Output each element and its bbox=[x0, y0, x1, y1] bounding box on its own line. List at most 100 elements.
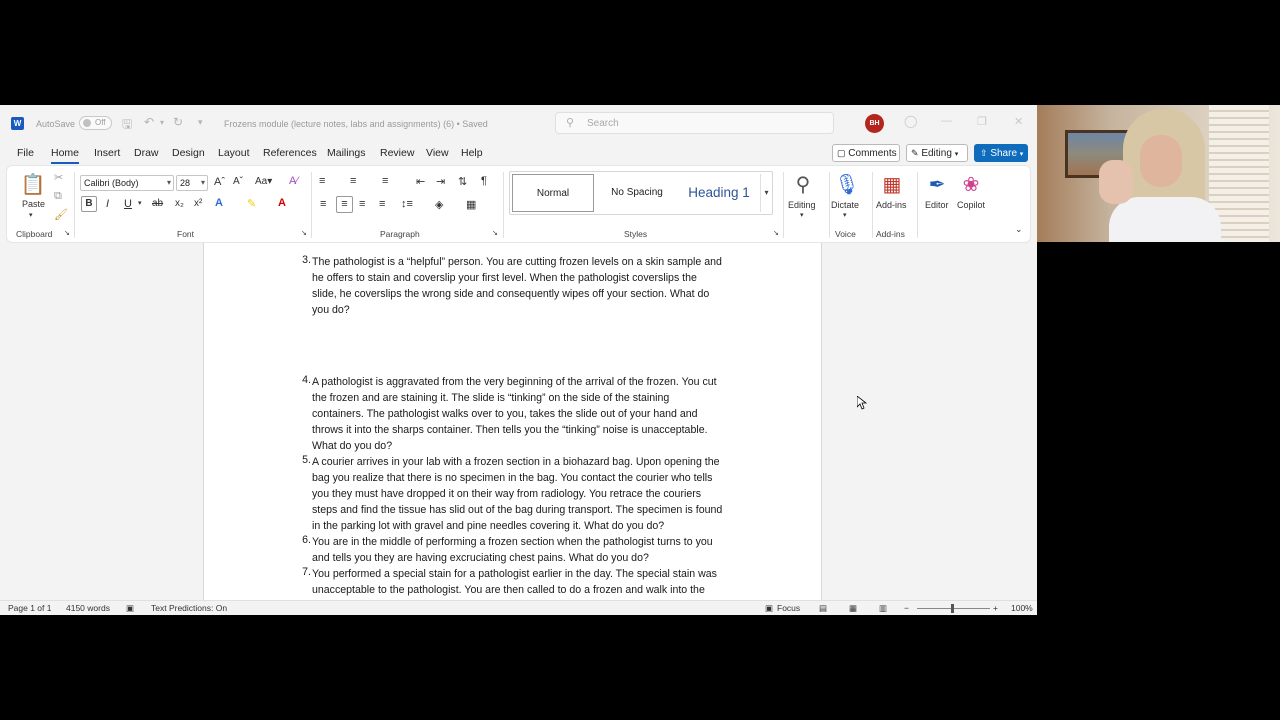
word-count[interactable]: 4150 words bbox=[66, 603, 110, 613]
tab-layout[interactable]: Layout bbox=[218, 147, 250, 159]
lightbulb-icon[interactable]: ◯ bbox=[904, 114, 917, 128]
microphone-icon[interactable]: 🎙 bbox=[833, 172, 861, 198]
dictate-dropdown-icon[interactable]: ▾ bbox=[843, 211, 847, 219]
font-launcher-icon[interactable]: ↘ bbox=[301, 229, 307, 237]
change-case-icon[interactable]: Aa▾ bbox=[255, 176, 272, 187]
underline-icon[interactable]: U bbox=[124, 198, 132, 210]
paste-dropdown-icon[interactable]: ▾ bbox=[29, 211, 33, 219]
dictate-label[interactable]: Dictate bbox=[831, 200, 859, 210]
redo-icon[interactable]: ↻ bbox=[173, 115, 183, 129]
minimize-icon[interactable]: — bbox=[941, 115, 952, 127]
text-predictions-status[interactable]: Text Predictions: On bbox=[151, 603, 227, 613]
tab-help[interactable]: Help bbox=[461, 147, 483, 159]
close-icon[interactable]: ✕ bbox=[1014, 115, 1023, 128]
print-layout-icon[interactable]: ▦ bbox=[849, 603, 857, 614]
focus-icon[interactable]: ▣ bbox=[765, 603, 773, 614]
font-name-combo[interactable]: Calibri (Body) ▾ bbox=[80, 175, 174, 191]
sort-icon[interactable]: ⇅ bbox=[458, 175, 467, 188]
subscript-icon[interactable]: x₂ bbox=[175, 198, 184, 209]
style-heading-1[interactable]: Heading 1 bbox=[678, 174, 760, 212]
copilot-label[interactable]: Copilot bbox=[957, 200, 985, 210]
comments-button[interactable]: ▢ Comments bbox=[832, 144, 900, 162]
collapse-ribbon-icon[interactable]: ⌄ bbox=[1015, 224, 1023, 235]
tab-references[interactable]: References bbox=[263, 147, 317, 159]
editor-icon[interactable]: ✒ bbox=[923, 172, 951, 198]
paragraph-launcher-icon[interactable]: ↘ bbox=[492, 229, 498, 237]
avatar[interactable]: BH bbox=[865, 114, 884, 133]
add-ins-icon[interactable]: ▦ bbox=[878, 172, 906, 198]
line-spacing-icon[interactable]: ↕≡ bbox=[401, 198, 413, 210]
superscript-icon[interactable]: x² bbox=[194, 198, 202, 209]
zoom-in-icon[interactable]: + bbox=[993, 603, 998, 613]
align-right-icon[interactable]: ≡ bbox=[359, 198, 365, 210]
customize-qat-icon[interactable]: ▾ bbox=[198, 117, 203, 128]
paste-icon[interactable]: 📋 bbox=[19, 172, 47, 198]
font-size-combo[interactable]: 28 ▾ bbox=[176, 175, 208, 191]
highlight-icon[interactable]: ✎ bbox=[247, 197, 256, 210]
zoom-slider-thumb[interactable] bbox=[951, 604, 954, 613]
shrink-font-icon[interactable]: Aˇ bbox=[233, 176, 243, 187]
page-count[interactable]: Page 1 of 1 bbox=[8, 603, 51, 613]
copilot-icon[interactable]: ❀ bbox=[957, 172, 985, 198]
tab-draw[interactable]: Draw bbox=[134, 147, 159, 159]
style-no-spacing[interactable]: No Spacing bbox=[596, 174, 678, 212]
multilevel-list-icon[interactable]: ≡ bbox=[382, 175, 388, 187]
align-left-icon[interactable]: ≡ bbox=[320, 198, 326, 210]
focus-label[interactable]: Focus bbox=[777, 603, 800, 613]
paste-label[interactable]: Paste bbox=[22, 199, 45, 209]
editor-label[interactable]: Editor bbox=[925, 200, 949, 210]
find-icon[interactable]: ⚲ bbox=[789, 172, 817, 198]
grow-font-icon[interactable]: Aˆ bbox=[214, 176, 225, 188]
autosave-toggle[interactable]: Off bbox=[79, 116, 112, 130]
copy-icon[interactable]: ⧉ bbox=[54, 190, 62, 203]
read-mode-icon[interactable]: ▤ bbox=[819, 603, 827, 614]
tab-insert[interactable]: Insert bbox=[94, 147, 120, 159]
add-ins-label[interactable]: Add-ins bbox=[876, 200, 907, 210]
underline-dropdown-icon[interactable]: ▾ bbox=[138, 199, 142, 207]
item-text[interactable]: You performed a special stain for a path… bbox=[312, 566, 746, 598]
search-input[interactable]: ⚲ Search bbox=[555, 112, 834, 134]
show-formatting-icon[interactable]: ¶ bbox=[481, 175, 487, 187]
tab-file[interactable]: File bbox=[17, 147, 34, 159]
clipboard-launcher-icon[interactable]: ↘ bbox=[64, 229, 70, 237]
strikethrough-icon[interactable]: ab bbox=[152, 198, 163, 209]
document-title[interactable]: Frozens module (lecture notes, labs and … bbox=[224, 119, 488, 129]
tab-mailings[interactable]: Mailings bbox=[327, 147, 366, 159]
style-normal[interactable]: Normal bbox=[512, 174, 594, 212]
document-page[interactable]: 3. The pathologist is a “helpful” person… bbox=[203, 243, 822, 600]
tab-review[interactable]: Review bbox=[380, 147, 414, 159]
editing-label[interactable]: Editing bbox=[788, 200, 816, 210]
bullets-icon[interactable]: ≡ bbox=[319, 175, 325, 187]
decrease-indent-icon[interactable]: ⇤ bbox=[416, 175, 425, 188]
borders-icon[interactable]: ▦ bbox=[466, 198, 476, 211]
proofing-icon[interactable]: ▣ bbox=[126, 603, 134, 614]
save-icon[interactable]: 🖫 bbox=[122, 115, 132, 136]
font-color-icon[interactable]: A bbox=[278, 197, 286, 209]
zoom-level[interactable]: 100% bbox=[1011, 603, 1033, 613]
undo-dropdown-icon[interactable]: ▾ bbox=[160, 118, 164, 127]
increase-indent-icon[interactable]: ⇥ bbox=[436, 175, 445, 188]
shading-icon[interactable]: ◈ bbox=[435, 198, 443, 211]
bold-icon[interactable]: B bbox=[81, 196, 97, 212]
item-text[interactable]: A courier arrives in your lab with a fro… bbox=[312, 454, 746, 534]
item-text[interactable]: A pathologist is aggravated from the ver… bbox=[312, 374, 746, 454]
justify-icon[interactable]: ≡ bbox=[379, 198, 385, 210]
tab-view[interactable]: View bbox=[426, 147, 449, 159]
tab-home[interactable]: Home bbox=[51, 147, 79, 159]
zoom-out-icon[interactable]: − bbox=[904, 603, 909, 613]
document-canvas[interactable]: 3. The pathologist is a “helpful” person… bbox=[0, 243, 1037, 600]
web-layout-icon[interactable]: ▥ bbox=[879, 603, 887, 614]
item-text[interactable]: You are in the middle of performing a fr… bbox=[312, 534, 746, 566]
styles-launcher-icon[interactable]: ↘ bbox=[773, 229, 779, 237]
italic-icon[interactable]: I bbox=[106, 198, 109, 210]
cut-icon[interactable]: ✂ bbox=[54, 171, 63, 184]
numbering-icon[interactable]: ≡ bbox=[350, 175, 356, 187]
editing-mode-button[interactable]: ✎ Editing ▾ bbox=[906, 144, 968, 162]
clear-formatting-icon[interactable]: A⁄ bbox=[289, 175, 298, 187]
item-text[interactable]: The pathologist is a “helpful” person. Y… bbox=[312, 254, 746, 318]
text-effects-icon[interactable]: A bbox=[215, 197, 223, 209]
tab-design[interactable]: Design bbox=[172, 147, 205, 159]
editing-dropdown-icon[interactable]: ▾ bbox=[800, 211, 804, 219]
styles-more-icon[interactable]: ▾ bbox=[760, 174, 772, 212]
share-button[interactable]: ⇧ Share ▾ bbox=[974, 144, 1028, 162]
